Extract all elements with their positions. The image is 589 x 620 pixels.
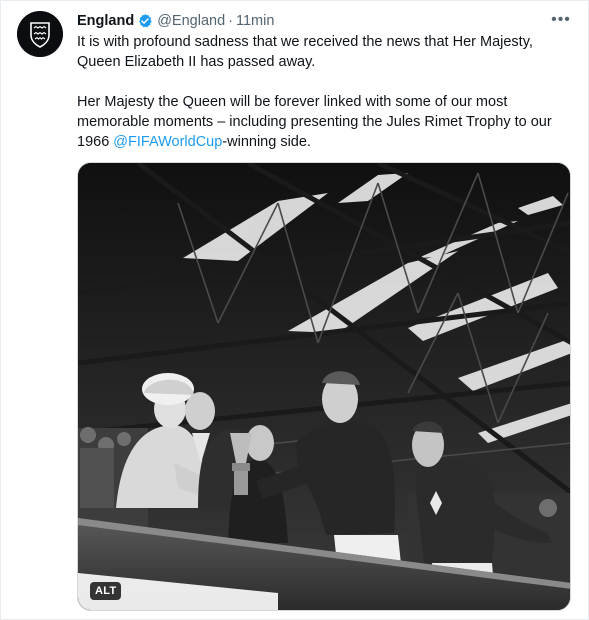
verified-badge-icon (137, 13, 153, 29)
avatar[interactable] (17, 11, 63, 57)
handle[interactable]: @England (157, 13, 225, 29)
photo-scene (78, 163, 570, 610)
paragraph-1: It is with profound sadness that we rece… (77, 34, 533, 70)
timestamp[interactable]: 11min (236, 13, 274, 29)
paragraph-2: Her Majesty the Queen will be forever li… (77, 92, 575, 152)
separator: · (228, 13, 233, 29)
tweet[interactable]: England @England · 11min ••• It is with … (0, 0, 589, 620)
tweet-photo[interactable]: ALT (77, 162, 571, 611)
tweet-text: It is with profound sadness that we rece… (77, 32, 575, 152)
tweet-header: England @England · 11min (77, 11, 572, 31)
paragraph-2-end: -winning side. (222, 134, 311, 150)
display-name[interactable]: England (77, 13, 134, 29)
mention-link[interactable]: @FIFAWorldCup (113, 134, 222, 150)
alt-badge[interactable]: ALT (90, 582, 122, 600)
england-crest-icon (17, 11, 63, 57)
more-options-icon[interactable]: ••• (550, 9, 572, 31)
